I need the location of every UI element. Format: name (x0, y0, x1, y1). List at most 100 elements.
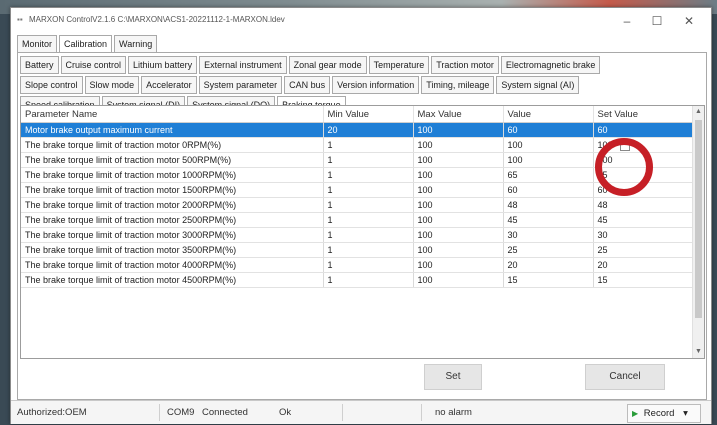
tab-warning[interactable]: Warning (114, 35, 158, 53)
cancel-button[interactable]: Cancel (585, 364, 665, 390)
cell-value: 60 (503, 182, 594, 198)
tab-calibration[interactable]: Calibration (59, 35, 113, 53)
record-label: Record (643, 408, 675, 419)
cell-set-value[interactable]: 45 (593, 212, 693, 228)
cell-set-value[interactable]: 15 (593, 272, 693, 288)
maximize-button[interactable]: ☐ (643, 12, 671, 30)
tab-monitor[interactable]: Monitor (17, 35, 58, 53)
cell-min-value: 1 (323, 212, 414, 228)
chevron-down-icon[interactable]: ▾ (683, 408, 688, 419)
cell-parameter-name: The brake torque limit of traction motor… (21, 227, 324, 243)
status-port: COM9 (167, 407, 195, 418)
status-divider (159, 404, 160, 421)
cell-min-value: 1 (323, 227, 414, 243)
cell-parameter-name: The brake torque limit of traction motor… (21, 182, 324, 198)
subtab-accelerator[interactable]: Accelerator (141, 76, 197, 94)
cell-parameter-name: The brake torque limit of traction motor… (21, 152, 324, 168)
main-tab-bar: Monitor Calibration Warning (17, 35, 159, 53)
table-row[interactable]: The brake torque limit of traction motor… (21, 137, 693, 153)
header-max-value[interactable]: Max Value (413, 106, 504, 123)
subtab-system-parameter[interactable]: System parameter (198, 76, 283, 94)
scrollbar-thumb[interactable] (695, 120, 702, 318)
header-value[interactable]: Value (503, 106, 594, 123)
cell-value: 20 (503, 257, 594, 273)
status-divider (421, 404, 422, 421)
subtab-system-signal-ai[interactable]: System signal (AI) (496, 76, 580, 94)
parameter-table: Parameter Name Min Value Max Value Value… (21, 106, 693, 288)
table-row[interactable]: The brake torque limit of traction motor… (21, 167, 693, 183)
status-bar: Authorized:OEM COM9 Connected Ok no alar… (11, 400, 711, 424)
table-row[interactable]: The brake torque limit of traction motor… (21, 197, 693, 213)
annotation-circle (595, 138, 653, 196)
cell-max-value: 100 (413, 167, 504, 183)
table-row[interactable]: The brake torque limit of traction motor… (21, 212, 693, 228)
cell-value: 45 (503, 212, 594, 228)
vertical-scrollbar[interactable]: ▲ ▼ (692, 106, 704, 358)
cell-value: 60 (503, 122, 594, 138)
cell-set-value[interactable]: 30 (593, 227, 693, 243)
subtab-external-instrument[interactable]: External instrument (199, 56, 287, 74)
table-row[interactable]: The brake torque limit of traction motor… (21, 272, 693, 288)
cell-max-value: 100 (413, 152, 504, 168)
table-row[interactable]: The brake torque limit of traction motor… (21, 242, 693, 258)
header-set-value[interactable]: Set Value (593, 106, 693, 123)
table-row[interactable]: Motor brake output maximum current 20 10… (21, 122, 693, 138)
record-button[interactable]: ▶ Record ▾ (627, 404, 701, 423)
subtab-slope-control[interactable]: Slope control (20, 76, 83, 94)
status-connection: Connected (202, 407, 248, 418)
cell-value: 65 (503, 167, 594, 183)
subtab-slow-mode[interactable]: Slow mode (84, 76, 140, 94)
cell-min-value: 1 (323, 167, 414, 183)
status-user: Authorized:OEM (17, 407, 87, 418)
cell-parameter-name: The brake torque limit of traction motor… (21, 197, 324, 213)
subtab-electromagnetic-brake[interactable]: Electromagnetic brake (500, 56, 601, 74)
window-title: MARXON ControlV2.1.6 C:\MARXON\ACS1-2022… (29, 15, 285, 24)
subtab-can-bus[interactable]: CAN bus (284, 76, 331, 94)
header-parameter-name[interactable]: Parameter Name (21, 106, 324, 123)
scroll-up-icon[interactable]: ▲ (693, 106, 704, 118)
cell-max-value: 100 (413, 227, 504, 243)
status-divider (342, 404, 343, 421)
cell-min-value: 1 (323, 257, 414, 273)
app-icon: ▪▪ (17, 15, 23, 24)
subtab-lithium-battery[interactable]: Lithium battery (128, 56, 198, 74)
cell-parameter-name: The brake torque limit of traction motor… (21, 137, 324, 153)
record-icon: ▶ (632, 409, 639, 418)
cell-set-value[interactable]: 48 (593, 197, 693, 213)
subtab-zonal-gear-mode[interactable]: Zonal gear mode (288, 56, 367, 74)
set-button[interactable]: Set (424, 364, 482, 390)
cell-max-value: 100 (413, 137, 504, 153)
minimize-button[interactable]: – (613, 12, 641, 30)
cell-max-value: 100 (413, 212, 504, 228)
table-row[interactable]: The brake torque limit of traction motor… (21, 227, 693, 243)
cell-set-value[interactable]: 60 (593, 122, 693, 138)
table-row[interactable]: The brake torque limit of traction motor… (21, 257, 693, 273)
subtab-cruise-control[interactable]: Cruise control (60, 56, 127, 74)
subtab-temperature[interactable]: Temperature (368, 56, 430, 74)
subtab-battery[interactable]: Battery (20, 56, 59, 74)
cell-min-value: 1 (323, 182, 414, 198)
cell-min-value: 1 (323, 272, 414, 288)
cell-parameter-name: Motor brake output maximum current (21, 122, 324, 138)
cell-set-value[interactable]: 25 (593, 242, 693, 258)
scroll-down-icon[interactable]: ▼ (693, 346, 704, 358)
subtab-version-information[interactable]: Version information (332, 76, 420, 94)
cell-parameter-name: The brake torque limit of traction motor… (21, 257, 324, 273)
cell-max-value: 100 (413, 122, 504, 138)
cell-min-value: 1 (323, 152, 414, 168)
cell-parameter-name: The brake torque limit of traction motor… (21, 272, 324, 288)
cell-min-value: 1 (323, 137, 414, 153)
subtab-traction-motor[interactable]: Traction motor (431, 56, 499, 74)
cell-set-value[interactable]: 20 (593, 257, 693, 273)
status-alarm: no alarm (435, 407, 472, 418)
subtab-timing-mileage[interactable]: Timing, mileage (421, 76, 495, 94)
cell-value: 15 (503, 272, 594, 288)
cell-parameter-name: The brake torque limit of traction motor… (21, 167, 324, 183)
header-min-value[interactable]: Min Value (323, 106, 414, 123)
table-row[interactable]: The brake torque limit of traction motor… (21, 182, 693, 198)
table-row[interactable]: The brake torque limit of traction motor… (21, 152, 693, 168)
cell-max-value: 100 (413, 197, 504, 213)
cell-max-value: 100 (413, 182, 504, 198)
cell-max-value: 100 (413, 272, 504, 288)
close-button[interactable]: ✕ (675, 12, 703, 30)
